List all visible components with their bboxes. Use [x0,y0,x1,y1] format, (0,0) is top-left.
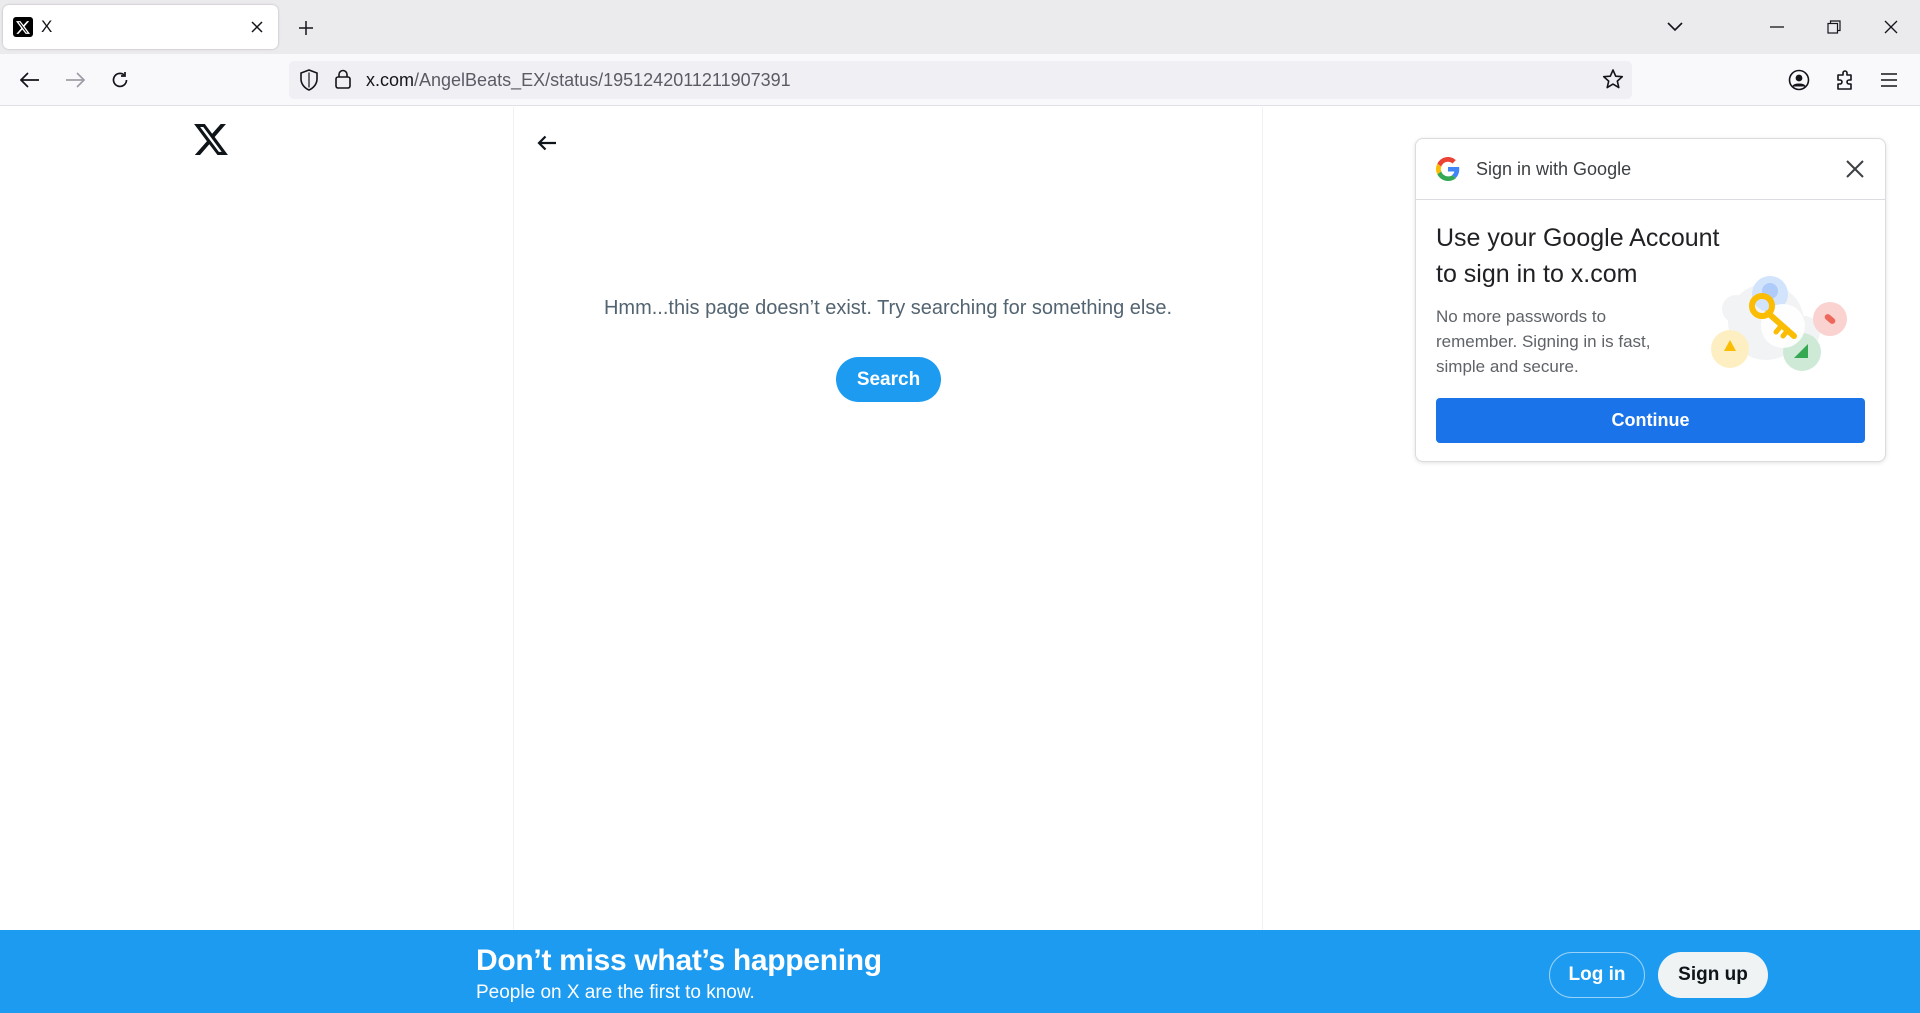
popup-body-text: No more passwords to remember. Signing i… [1436,307,1651,376]
x-favicon-icon [13,17,33,37]
google-g-icon [1436,157,1460,186]
google-signin-popup: Sign in with Google Use your Google Acco… [1415,138,1886,462]
tracking-shield-icon[interactable] [299,69,319,96]
bookmark-star-icon[interactable] [1602,68,1624,95]
signup-button[interactable]: Sign up [1658,952,1768,998]
browser-tab-bar: X [0,0,1920,54]
lock-icon[interactable] [335,69,351,94]
x-logo-icon[interactable] [194,124,228,155]
popup-title: Use your Google Account to sign in to x.… [1436,224,1720,288]
back-icon[interactable] [13,63,47,97]
menu-hamburger-icon[interactable] [1872,63,1906,97]
column-divider [1262,107,1263,930]
empty-state-message: Hmm...this page doesn’t exist. Try searc… [603,297,1173,319]
url-path: /AngelBeats_EX/status/195124201121190739… [414,70,791,90]
banner-subtitle: People on X are the first to know. [476,982,755,1003]
account-icon[interactable] [1782,63,1816,97]
login-button[interactable]: Log in [1549,952,1645,998]
close-tab-icon[interactable] [246,16,268,38]
close-window-icon[interactable] [1876,12,1906,42]
tab-list-chevron-icon[interactable] [1660,12,1690,42]
x-page: Hmm...this page doesn’t exist. Try searc… [0,107,1920,930]
restore-icon[interactable] [1819,12,1849,42]
url-host: x.com [366,70,415,90]
forward-icon[interactable] [58,63,92,97]
key-illustration-icon [1696,274,1856,379]
browser-nav-bar: x.com/AngelBeats_EX/status/1951242011211… [0,54,1920,106]
url-text[interactable]: x.com/AngelBeats_EX/status/1951242011211… [366,70,791,91]
new-tab-button[interactable] [292,14,320,42]
address-bar[interactable]: x.com/AngelBeats_EX/status/1951242011211… [289,61,1632,99]
column-divider [513,107,514,930]
back-arrow-icon[interactable] [530,126,564,160]
close-popup-icon[interactable] [1841,155,1869,183]
extensions-icon[interactable] [1828,63,1862,97]
browser-tab[interactable]: X [3,5,278,49]
search-button[interactable]: Search [836,357,941,402]
continue-button[interactable]: Continue [1436,398,1865,443]
banner-title: Don’t miss what’s happening [476,944,882,977]
signup-banner: Don’t miss what’s happening People on X … [0,930,1920,1013]
minimize-icon[interactable] [1762,12,1792,42]
popup-header: Sign in with Google [1416,139,1885,200]
tab-title: X [41,17,53,36]
popup-header-title: Sign in with Google [1476,159,1632,179]
reload-icon[interactable] [103,63,137,97]
